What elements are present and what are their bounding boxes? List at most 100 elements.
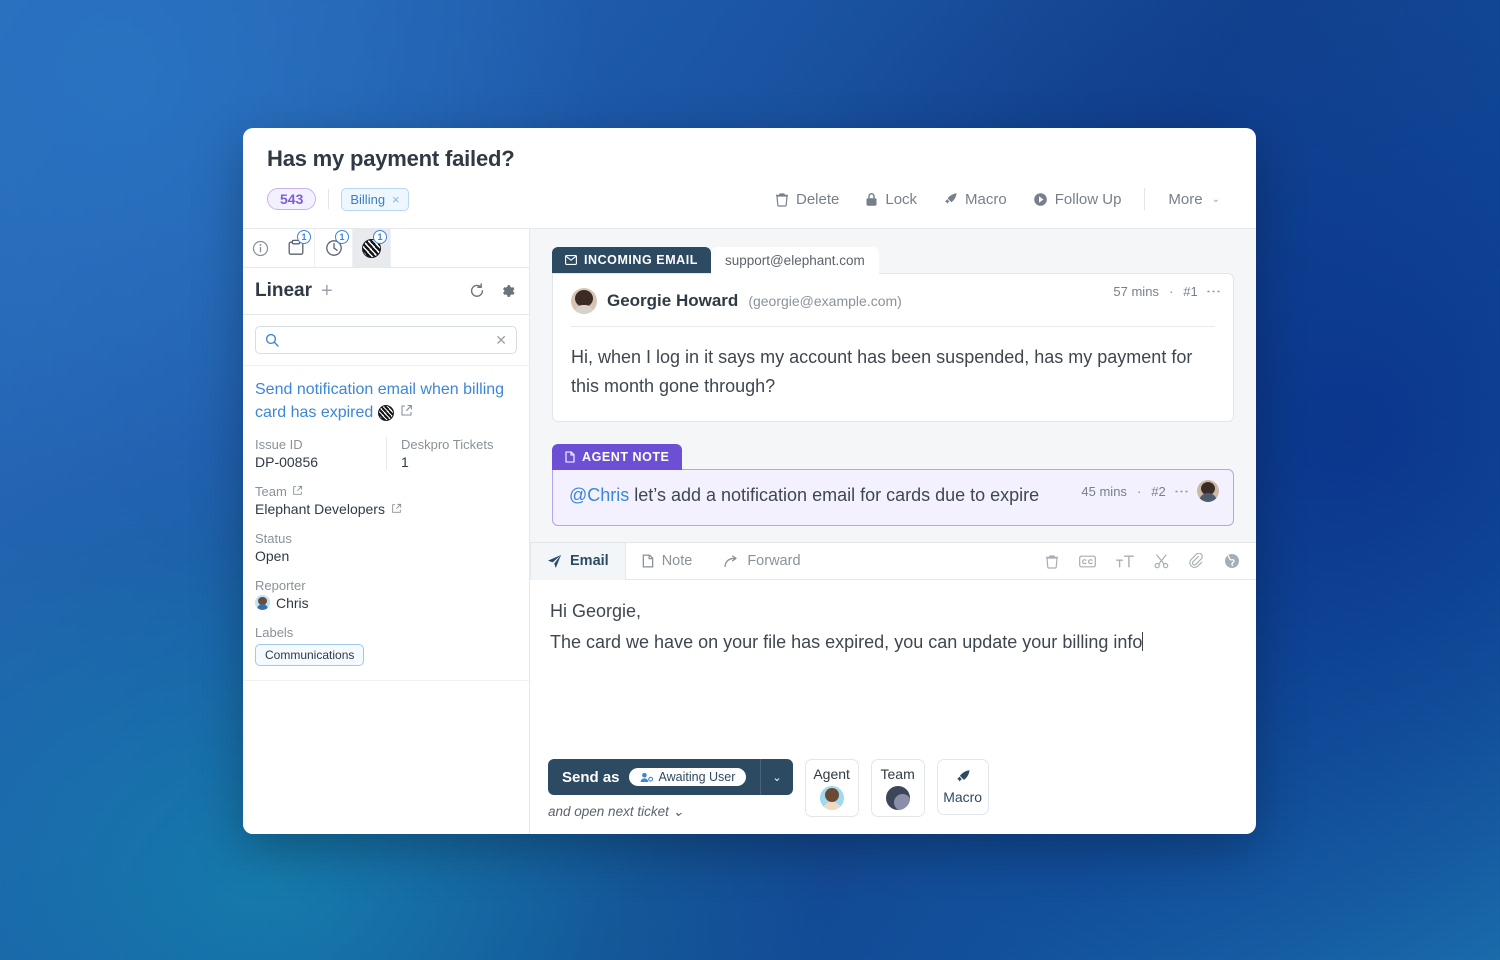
avatar: [255, 595, 270, 611]
note-icon: [642, 554, 653, 568]
sidebar-app-header: Linear +: [243, 268, 529, 315]
message-time: 57 mins: [1113, 284, 1159, 299]
cc-button[interactable]: [1079, 555, 1096, 568]
send-button-main[interactable]: Send as Awaiting User: [548, 759, 760, 795]
envelope-icon: [565, 255, 577, 265]
composer-tabs: Email Note Forward: [530, 543, 1256, 581]
more-button[interactable]: More ⌄: [1156, 185, 1232, 214]
send-options-button[interactable]: ⌄: [760, 759, 792, 795]
tab-note[interactable]: Note: [626, 543, 709, 579]
open-next-ticket-toggle[interactable]: and open next ticket ⌄: [548, 804, 793, 820]
ticket-header: Has my payment failed? 543 Billing × Del…: [243, 128, 1256, 214]
message-meta: 45 mins · #2 ⋮: [1081, 480, 1219, 503]
draft-line-3: billing info: [1062, 631, 1143, 652]
clear-search-icon[interactable]: ✕: [495, 332, 507, 349]
text-size-icon: [1116, 555, 1134, 568]
globe-button[interactable]: [1224, 553, 1240, 569]
trash-icon: [1046, 555, 1058, 569]
tab-email-label: Email: [570, 553, 609, 570]
reporter-value: Chris: [276, 594, 309, 611]
message-card: 45 mins · #2 ⋮ @Chris let’s add a notifi…: [552, 469, 1234, 527]
sidebar-item-tasks[interactable]: 1: [277, 229, 315, 267]
assign-team-label: Team: [880, 766, 915, 782]
external-link-icon[interactable]: [391, 501, 402, 517]
label-chip[interactable]: Communications: [255, 643, 365, 666]
sidebar-item-time[interactable]: 1: [315, 229, 353, 267]
delete-label: Delete: [796, 190, 840, 208]
message-tabs: AGENT NOTE: [552, 444, 1234, 471]
globe-icon: [1225, 554, 1239, 569]
delete-draft-button[interactable]: [1045, 554, 1059, 569]
settings-button[interactable]: [499, 283, 515, 299]
scissors-icon: [1154, 554, 1169, 569]
lock-button[interactable]: Lock: [853, 185, 929, 214]
user-status-icon: [640, 772, 653, 782]
paperclip-icon: [1189, 553, 1203, 569]
text-cursor: [1142, 631, 1144, 651]
cut-button[interactable]: [1154, 554, 1169, 569]
team-avatar: [885, 786, 910, 810]
reply-editor[interactable]: Hi Georgie, The card we have on your fil…: [530, 580, 1256, 749]
meta-dot: ·: [1168, 284, 1174, 299]
issue-title-link[interactable]: Send notification email when billing car…: [255, 378, 517, 425]
message-menu-icon[interactable]: ⋮: [1173, 484, 1190, 499]
close-icon[interactable]: ×: [392, 192, 400, 207]
tab-forward-label: Forward: [747, 553, 801, 570]
linear-issue-card: Send notification email when billing car…: [243, 366, 529, 681]
divider: [328, 189, 330, 209]
macro-quick-label: Macro: [943, 789, 983, 805]
tab-note-label: Note: [661, 553, 693, 570]
draft-line-2-3: The card we have on your file has expire…: [550, 627, 1236, 658]
delete-button[interactable]: Delete: [763, 185, 851, 214]
send-status-pill[interactable]: Awaiting User: [628, 768, 747, 786]
deskpro-tickets-label: Deskpro Tickets: [401, 436, 494, 452]
tab-email[interactable]: Email: [530, 543, 626, 581]
assign-agent-button[interactable]: Agent: [804, 759, 859, 817]
send-button[interactable]: Send as Awaiting User ⌄: [548, 759, 793, 795]
follow-up-button[interactable]: Follow Up: [1021, 185, 1134, 214]
avatar: [571, 288, 597, 314]
header-actions: Delete Lock Macro Follow Up More ⌄: [763, 185, 1232, 214]
refresh-button[interactable]: [469, 283, 485, 299]
message-type-badge: INCOMING EMAIL: [552, 247, 711, 273]
tab-forward[interactable]: Forward: [708, 543, 816, 579]
macro-button[interactable]: Macro: [931, 185, 1019, 214]
cc-icon: [1079, 555, 1096, 568]
send-status-label: Awaiting User: [658, 770, 736, 784]
macro-quick-button[interactable]: Macro: [936, 759, 989, 815]
message-body: Hi, when I log in it says my account has…: [571, 347, 1193, 397]
lock-label: Lock: [885, 190, 918, 208]
sidebar-item-info[interactable]: [243, 229, 277, 267]
open-next-ticket-label: and open next ticket: [548, 804, 669, 819]
ticket-number-badge[interactable]: 543: [267, 188, 317, 210]
message-index: #1: [1183, 284, 1198, 299]
divider: [1144, 188, 1146, 210]
issue-id-field: Issue ID DP-00856: [255, 437, 386, 470]
message-menu-icon[interactable]: ⋮: [1205, 284, 1222, 299]
attach-button[interactable]: [1189, 553, 1204, 569]
assign-team-button[interactable]: Team: [870, 759, 925, 817]
external-link-icon[interactable]: [400, 401, 413, 424]
team-label-text: Team: [255, 483, 287, 499]
sidebar: 1 1 1 Linear + ✕ Send notification email…: [243, 229, 530, 834]
sidebar-tabs: 1 1 1: [243, 229, 529, 268]
issue-id-row: Issue ID DP-00856 Deskpro Tickets 1: [255, 436, 517, 470]
status-label: Status: [255, 530, 292, 546]
sidebar-item-linear[interactable]: 1: [353, 229, 391, 267]
composer-tools: [1045, 553, 1240, 569]
external-link-icon[interactable]: [292, 484, 303, 499]
message-incoming-email: INCOMING EMAIL support@elephant.com 57 m…: [552, 247, 1234, 423]
composer-footer: Send as Awaiting User ⌄ and open next ti…: [530, 749, 1256, 834]
text-size-button[interactable]: [1116, 554, 1134, 569]
ticket-tag-label: Billing: [350, 191, 386, 207]
reply-composer: Email Note Forward Hi Georgie, The card …: [530, 542, 1256, 834]
search-input[interactable]: [287, 332, 488, 348]
mention-link[interactable]: @Chris: [569, 485, 629, 505]
message-channel-tab[interactable]: support@elephant.com: [710, 247, 879, 274]
conversation-pane: INCOMING EMAIL support@elephant.com 57 m…: [530, 229, 1256, 834]
search-box[interactable]: ✕: [255, 326, 517, 354]
add-issue-button[interactable]: +: [321, 281, 333, 301]
tasks-badge: 1: [297, 230, 311, 244]
ticket-tag[interactable]: Billing ×: [341, 187, 409, 211]
avatar: [1197, 480, 1219, 503]
